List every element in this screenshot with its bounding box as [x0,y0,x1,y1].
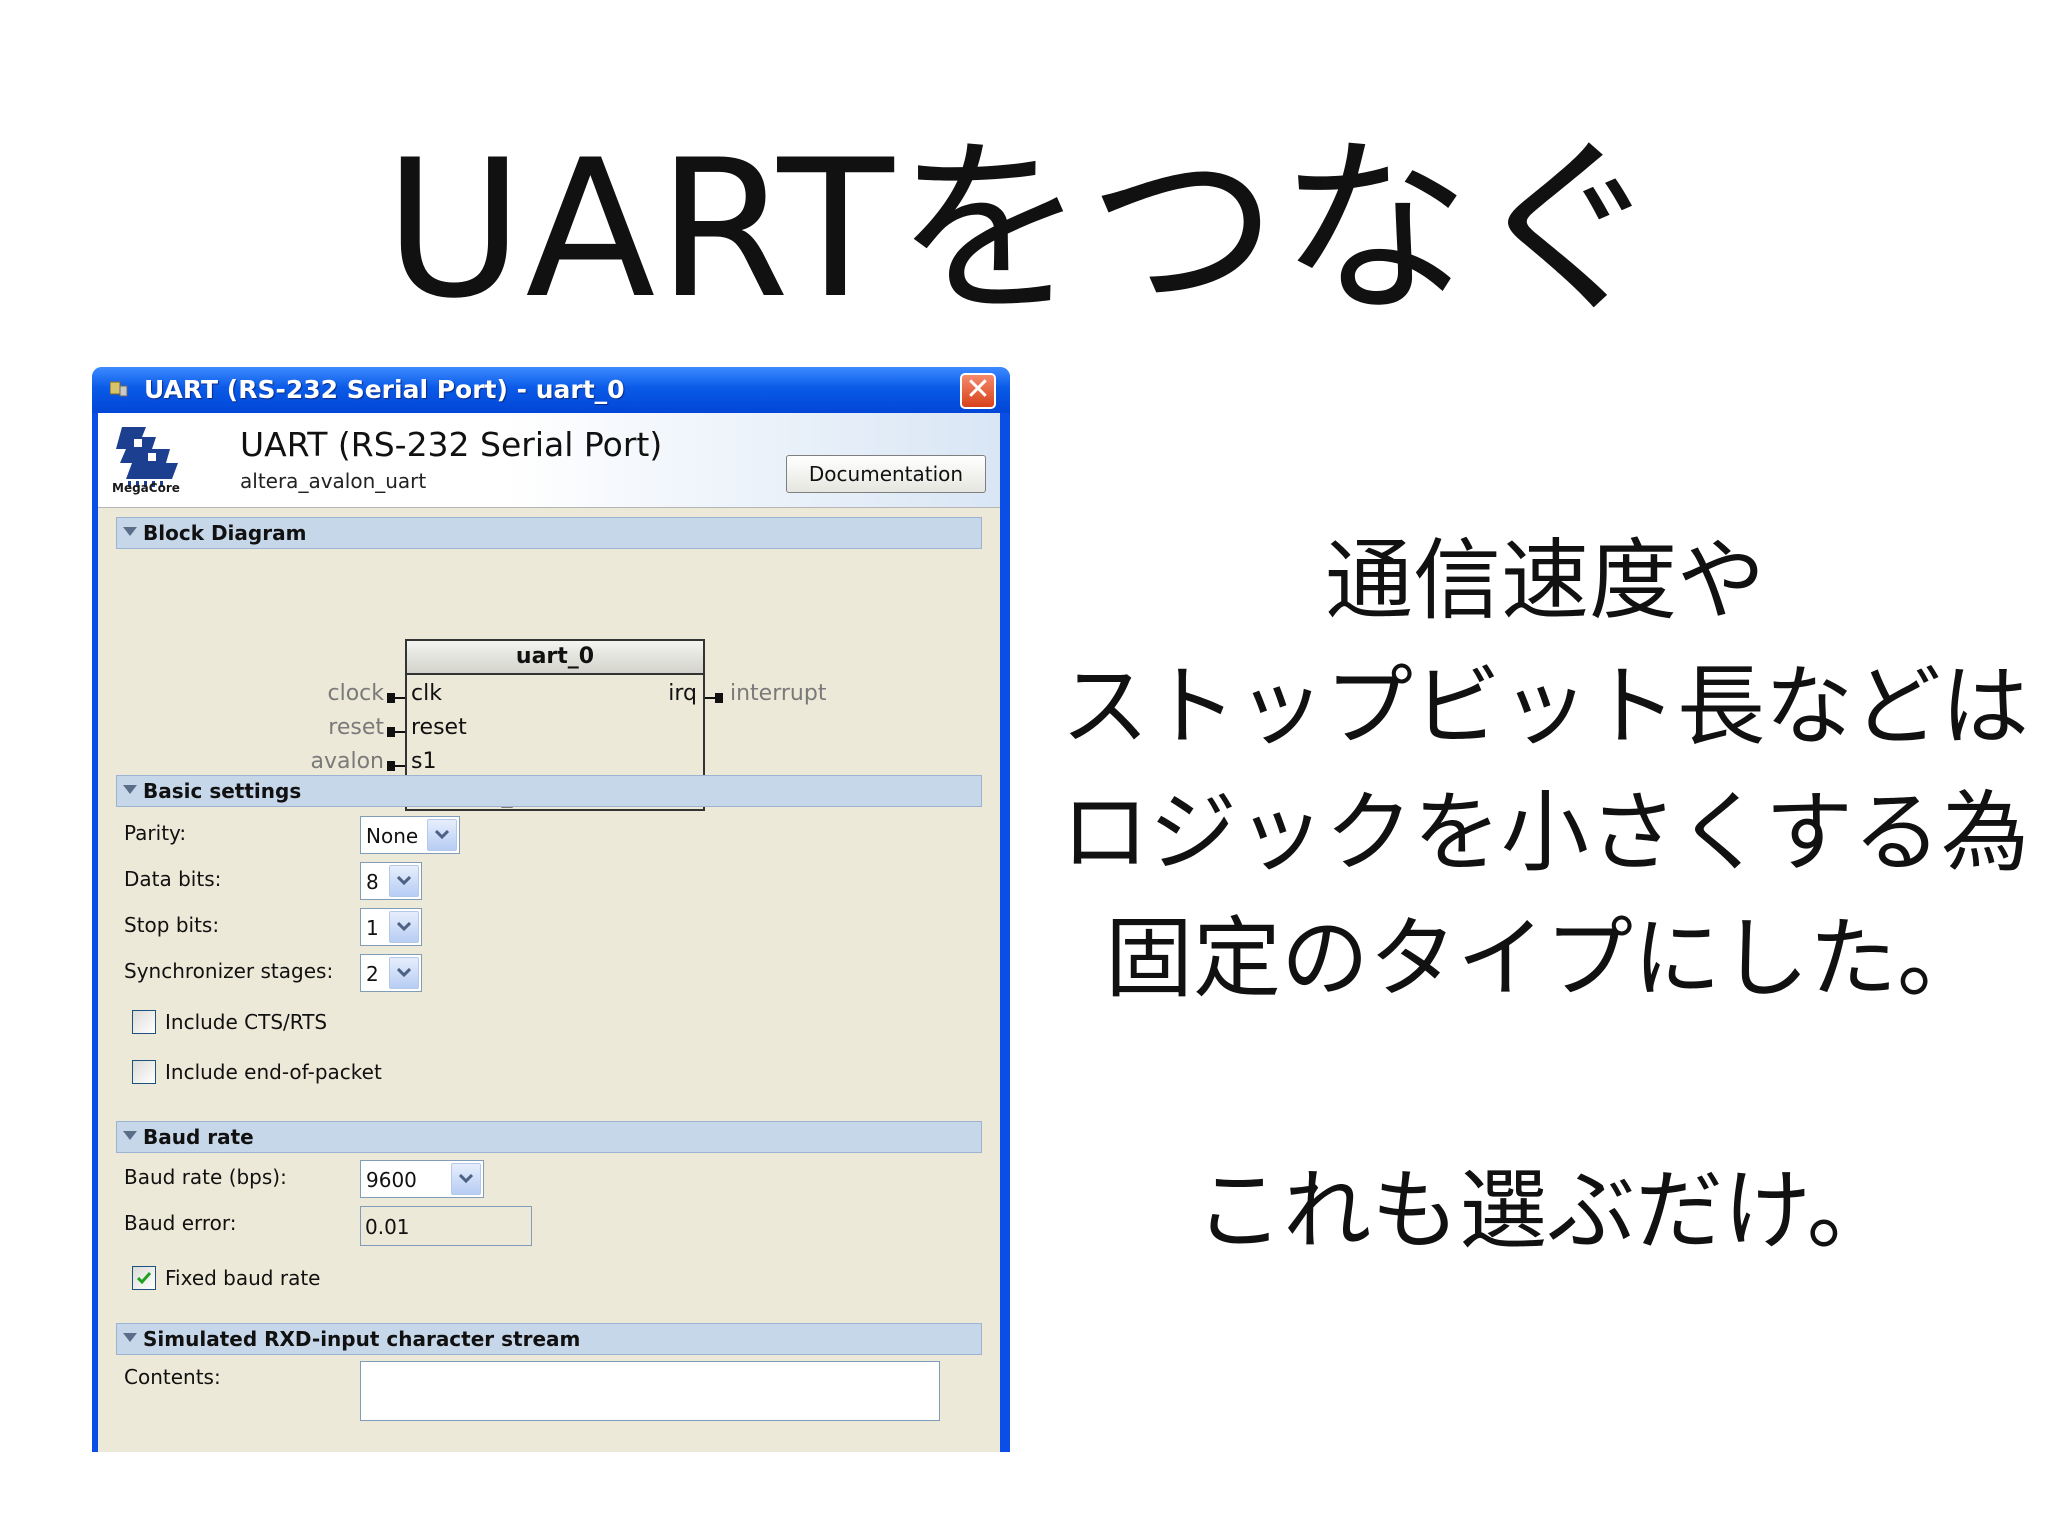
chevron-down-icon[interactable] [389,957,419,989]
slide-line-3: ロジックを小さくする為 [1060,781,2029,884]
port-s1: s1 [411,749,437,774]
instance-name: uart_0 [407,641,703,675]
chevron-down-icon[interactable] [451,1163,481,1195]
stop-bits-select[interactable]: 1 [360,908,422,946]
contents-textarea[interactable] [360,1361,940,1421]
section-baud-rate[interactable]: Baud rate [116,1121,982,1153]
checkbox-box[interactable] [132,1060,156,1084]
data-bits-value: 8 [366,870,379,894]
section-label: Basic settings [143,779,302,803]
slide-title: UARTをつなぐ [384,119,1664,340]
collapse-triangle-icon [123,1333,137,1342]
pin-interrupt-icon [705,693,723,703]
synchronizer-stages-select[interactable]: 2 [360,954,422,992]
uart-config-window: UART (RS-232 Serial Port) - uart_0 ✕ Meg… [92,367,1010,1452]
window-titlebar[interactable]: UART (RS-232 Serial Port) - uart_0 ✕ [92,367,1010,413]
synchronizer-stages-value: 2 [366,962,379,986]
slide-line-2: ストップビット長などは [1060,655,2029,758]
parity-label: Parity: [124,821,187,845]
ext-label-clock: clock [327,681,384,706]
baud-error-field[interactable]: 0.01 [360,1206,532,1246]
ext-label-interrupt: interrupt [730,681,827,706]
baud-rate-label: Baud rate (bps): [124,1165,287,1189]
ext-label-reset: reset [328,715,384,740]
data-bits-select[interactable]: 8 [360,862,422,900]
baud-rate-value: 9600 [366,1168,417,1192]
logo-text: MegaCore [112,481,180,495]
baud-rate-select[interactable]: 9600 [360,1160,484,1198]
close-button[interactable]: ✕ [960,373,996,409]
component-header: MegaCore UART (RS-232 Serial Port) alter… [98,413,1000,508]
slide-spacer [1055,1022,2035,1148]
chevron-down-icon[interactable] [389,865,419,897]
stop-bits-label: Stop bits: [124,913,220,937]
collapse-triangle-icon [123,785,137,794]
slide-footer-line: これも選ぶだけ。 [1195,1159,1895,1262]
checkbox-box[interactable] [132,1010,156,1034]
stop-bits-value: 1 [366,916,379,940]
chevron-down-icon[interactable] [427,819,457,851]
ext-label-avalon: avalon [310,749,385,774]
section-simulated-rxd[interactable]: Simulated RXD-input character stream [116,1323,982,1355]
window-title: UART (RS-232 Serial Port) - uart_0 [144,375,625,404]
synchronizer-stages-label: Synchronizer stages: [124,959,334,983]
port-clk: clk [411,681,442,706]
pin-reset-icon [387,727,405,737]
window-client-area: MegaCore UART (RS-232 Serial Port) alter… [98,413,1000,1452]
close-icon: ✕ [965,372,991,407]
section-label: Simulated RXD-input character stream [143,1327,581,1351]
parity-value: None [366,824,419,848]
chevron-down-icon[interactable] [389,911,419,943]
checkbox-box[interactable] [132,1266,156,1290]
baud-error-value: 0.01 [365,1215,410,1239]
section-block-diagram[interactable]: Block Diagram [116,517,982,549]
port-reset: reset [411,715,467,740]
documentation-button[interactable]: Documentation [786,455,986,493]
slide-line-1: 通信速度や [1324,529,1765,632]
data-bits-label: Data bits: [124,867,222,891]
parity-select[interactable]: None [360,816,460,854]
collapse-triangle-icon [123,527,137,536]
port-irq: irq [668,681,697,706]
slide-body-text: 通信速度や ストップビット長などは ロジックを小さくする為 固定のタイプにした。… [1055,518,2035,1274]
app-icon [110,381,128,397]
pin-avalon-icon [387,761,405,771]
checkmark-icon [136,1272,152,1285]
slide-line-4: 固定のタイプにした。 [1104,907,1985,1010]
component-title: UART (RS-232 Serial Port) [240,425,663,464]
pin-clock-icon [387,693,405,703]
include-cts-rts-label: Include CTS/RTS [165,1010,328,1034]
include-end-of-packet-label: Include end-of-packet [165,1060,382,1084]
component-subtitle: altera_avalon_uart [240,469,427,493]
collapse-triangle-icon [123,1131,137,1140]
fixed-baud-rate-label: Fixed baud rate [165,1266,321,1290]
section-label: Block Diagram [143,521,307,545]
contents-label: Contents: [124,1365,221,1389]
section-basic-settings[interactable]: Basic settings [116,775,982,807]
section-label: Baud rate [143,1125,254,1149]
baud-error-label: Baud error: [124,1211,237,1235]
